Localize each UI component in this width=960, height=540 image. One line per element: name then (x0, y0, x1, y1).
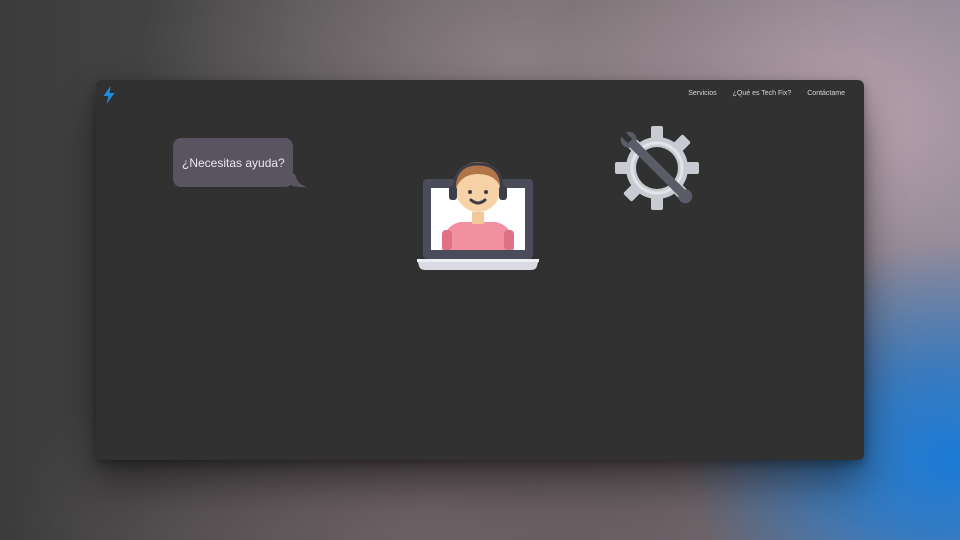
lightning-bolt-icon[interactable] (102, 86, 116, 104)
desktop-background: Servicios ¿Qué es Tech Fix? Contáctame ¿… (0, 0, 960, 540)
gear-wrench-icon (615, 126, 699, 210)
browser-window: Servicios ¿Qué es Tech Fix? Contáctame ¿… (96, 80, 864, 460)
speech-bubble: ¿Necesitas ayuda? (173, 138, 293, 187)
nav-link-que-es-tech-fix[interactable]: ¿Qué es Tech Fix? (733, 90, 792, 97)
nav-link-contactame[interactable]: Contáctame (807, 90, 845, 97)
speech-bubble-tail (289, 174, 307, 188)
support-agent-laptop-icon (417, 162, 539, 270)
main-nav: Servicios ¿Qué es Tech Fix? Contáctame (688, 90, 845, 97)
nav-link-servicios[interactable]: Servicios (688, 90, 716, 97)
